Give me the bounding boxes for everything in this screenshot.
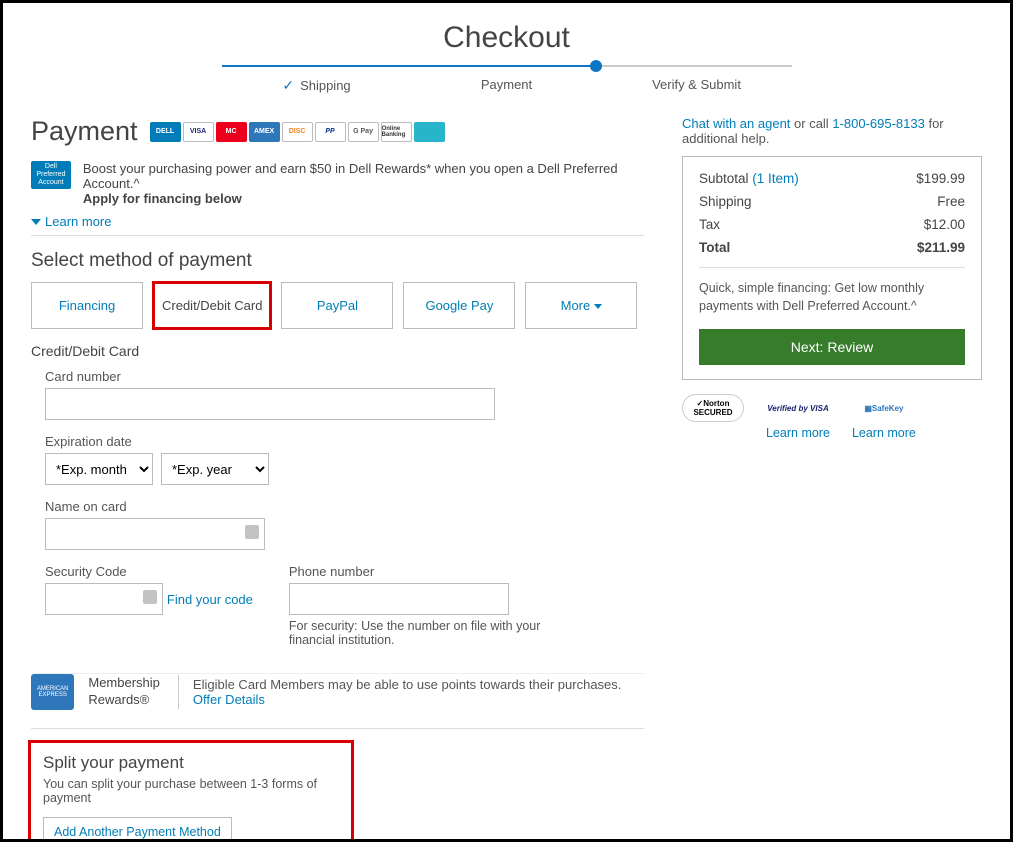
amex-card-icon: AMERICAN EXPRESS <box>31 674 74 710</box>
checkout-stepper: ✓ Shipping Payment Verify & Submit <box>31 65 982 94</box>
select-method-title: Select method of payment <box>31 250 644 272</box>
trust-badges: ✓Norton SECURED Verified by VISA Learn m… <box>682 394 982 440</box>
google-pay-icon: G Pay <box>348 122 379 142</box>
safekey-learn-more-link[interactable]: Learn more <box>852 426 916 440</box>
dpa-badge-icon: Dell Preferred Account <box>31 161 71 189</box>
tax-value: $12.00 <box>924 217 965 232</box>
order-summary: Subtotal (1 Item) $199.99 Shipping Free … <box>682 156 982 380</box>
card-number-label: Card number <box>45 369 644 384</box>
step-verify[interactable]: Verify & Submit <box>602 65 792 94</box>
step-payment-label: Payment <box>481 77 532 92</box>
shipping-value: Free <box>937 194 965 209</box>
payment-heading: Payment <box>31 116 138 147</box>
total-value: $211.99 <box>917 240 965 255</box>
cc-section-title: Credit/Debit Card <box>31 343 644 359</box>
phone-number-input[interactable] <box>289 583 509 615</box>
tab-more[interactable]: More <box>525 282 637 329</box>
security-code-label: Security Code <box>45 564 253 579</box>
split-payment-desc: You can split your purchase between 1-3 … <box>43 777 339 805</box>
split-payment-title: Split your payment <box>43 753 339 773</box>
misc-card-icon <box>414 122 445 142</box>
keyboard-icon <box>143 590 157 604</box>
tab-google-pay[interactable]: Google Pay <box>403 282 515 329</box>
split-payment-section: Split your payment You can split your pu… <box>31 743 351 842</box>
help-phone-link[interactable]: 1-800-695-8133 <box>832 116 925 131</box>
membership-rewards-text: Eligible Card Members may be able to use… <box>193 677 644 707</box>
membership-rewards-label: MembershipRewards® <box>88 675 179 709</box>
norton-secured-icon: ✓Norton SECURED <box>682 394 744 422</box>
tab-credit-debit[interactable]: Credit/Debit Card <box>153 282 271 329</box>
visa-learn-more-link[interactable]: Learn more <box>766 426 830 440</box>
financing-note: Quick, simple financing: Get low monthly… <box>699 267 965 315</box>
step-shipping[interactable]: ✓ Shipping <box>222 65 412 94</box>
check-icon: ✓ <box>282 77 294 94</box>
tab-paypal[interactable]: PayPal <box>281 282 393 329</box>
step-dot-icon <box>590 60 602 72</box>
payment-method-tabs: Financing Credit/Debit Card PayPal Googl… <box>31 282 644 329</box>
dell-card-icon: DELL <box>150 122 181 142</box>
step-shipping-label: Shipping <box>300 78 351 93</box>
divider <box>31 728 644 729</box>
tab-financing[interactable]: Financing <box>31 282 143 329</box>
help-text: Chat with an agent or call 1-800-695-813… <box>682 116 982 146</box>
paypal-icon: PP <box>315 122 346 142</box>
expiration-label: Expiration date <box>45 434 644 449</box>
learn-more-link[interactable]: Learn more <box>31 214 111 229</box>
subtotal-label: Subtotal <box>699 171 752 186</box>
tax-label: Tax <box>699 217 720 232</box>
name-on-card-input[interactable] <box>45 518 265 550</box>
amex-icon: AMEX <box>249 122 280 142</box>
mastercard-icon: MC <box>216 122 247 142</box>
financing-promo: Boost your purchasing power and earn $50… <box>83 161 644 206</box>
caret-down-icon <box>31 219 41 225</box>
chat-agent-link[interactable]: Chat with an agent <box>682 116 790 131</box>
name-on-card-label: Name on card <box>45 499 644 514</box>
discover-icon: DISC <box>282 122 313 142</box>
step-verify-label: Verify & Submit <box>652 77 741 92</box>
safekey-icon: ▦ SafeKey <box>853 394 915 422</box>
find-your-code-link[interactable]: Find your code <box>167 592 253 607</box>
online-banking-icon: Online Banking <box>381 122 412 142</box>
visa-icon: VISA <box>183 122 214 142</box>
total-label: Total <box>699 240 730 255</box>
page-title: Checkout <box>31 21 982 55</box>
exp-year-select[interactable]: *Exp. year <box>161 453 269 485</box>
item-count-link[interactable]: (1 Item) <box>752 171 799 186</box>
keyboard-icon <box>245 525 259 539</box>
shipping-label: Shipping <box>699 194 752 209</box>
phone-hint: For security: Use the number on file wit… <box>289 619 569 647</box>
exp-month-select[interactable]: *Exp. month <box>45 453 153 485</box>
next-review-button[interactable]: Next: Review <box>699 329 965 365</box>
divider <box>31 235 644 236</box>
add-payment-method-button[interactable]: Add Another Payment Method <box>43 817 232 842</box>
card-number-input[interactable] <box>45 388 495 420</box>
accepted-cards: DELL VISA MC AMEX DISC PP G Pay Online B… <box>150 122 445 142</box>
offer-details-link[interactable]: Offer Details <box>193 692 265 707</box>
step-payment[interactable]: Payment <box>412 65 602 94</box>
phone-number-label: Phone number <box>289 564 569 579</box>
verified-by-visa-icon: Verified by VISA <box>767 394 829 422</box>
subtotal-value: $199.99 <box>916 171 965 186</box>
